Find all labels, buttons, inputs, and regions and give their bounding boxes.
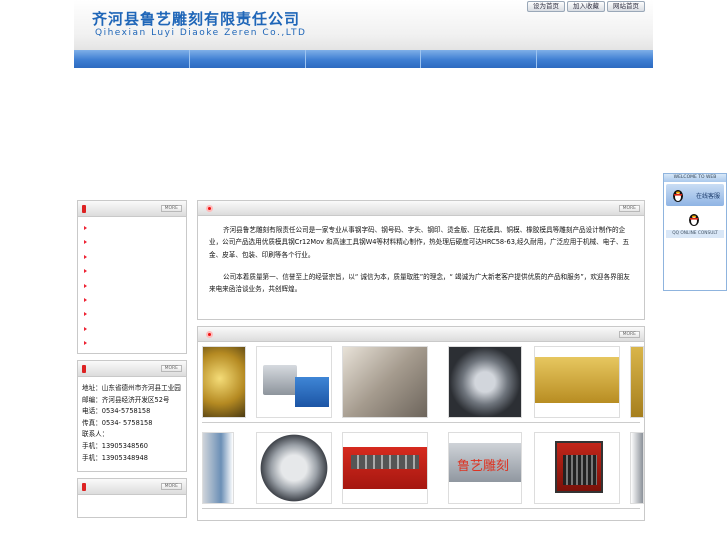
title-marker-icon: [206, 205, 213, 212]
qq-penguin-icon: [673, 190, 683, 202]
product-photo-wheel-stamp[interactable]: [202, 432, 234, 504]
category-item[interactable]: [78, 336, 186, 350]
product-photo-brass-die[interactable]: [202, 346, 246, 418]
add-favorite-link[interactable]: 加入收藏: [567, 1, 605, 12]
nav-item-2[interactable]: [190, 50, 306, 68]
watermark-text: 鲁艺雕刻: [457, 459, 510, 474]
category-item[interactable]: [78, 221, 186, 235]
title-marker-icon: [82, 205, 86, 213]
main-content: MORE 齐河县鲁艺雕刻有限责任公司是一家专业从事钢字码、钢号码、字头、钢印、烫…: [197, 200, 645, 521]
contact-fax: 传真：0534- 5758158: [82, 418, 153, 427]
nav-item-5[interactable]: [537, 50, 653, 68]
contact-postcode: 邮编：齐河县经济开发区52号: [82, 395, 170, 404]
nav-item-3[interactable]: [306, 50, 422, 68]
qq-support-panel: WELCOME TO WEB 在线客服 QQ ONLINE CONSULT: [663, 173, 727, 291]
contact-box: MORE 地址：山东省德州市齐河县工业园 邮编：齐河县经济开发区52号 电话：0…: [77, 360, 187, 472]
product-photo-partial[interactable]: [630, 346, 644, 418]
qq-online-label: 在线客服: [696, 193, 721, 200]
main-nav: [74, 50, 653, 68]
product-photo-punch-case-red[interactable]: [342, 432, 428, 504]
products-more-button[interactable]: MORE: [618, 331, 640, 338]
product-photo-punch-box[interactable]: [534, 432, 620, 504]
product-photo-steel-stamp-set[interactable]: [256, 346, 332, 418]
product-gallery: 鲁艺雕刻: [198, 342, 644, 520]
about-box-title: MORE: [198, 201, 644, 216]
title-marker-icon: [82, 365, 86, 373]
set-homepage-link[interactable]: 设为首页: [527, 1, 565, 12]
top-links: 设为首页 加入收藏 网站首页: [527, 1, 645, 12]
extra-box: MORE: [77, 478, 187, 518]
title-marker-icon: [206, 331, 213, 338]
extra-box-title: MORE: [78, 479, 186, 495]
company-name-en: Qihexian Luyi Diaoke Zeren Co.,LTD: [95, 28, 307, 38]
products-box-title: MORE: [198, 327, 644, 342]
category-item[interactable]: [78, 235, 186, 249]
category-item[interactable]: [78, 307, 186, 321]
about-paragraph: 齐河县鲁艺雕刻有限责任公司是一家专业从事钢字码、钢号码、字头、钢印、烫金版、压花…: [209, 226, 630, 259]
contact-person: 联系人：: [82, 430, 109, 439]
sidebar: MORE MORE 地址：山东省德州市齐河县工业园 邮编：齐河县经济开发区52号…: [77, 200, 187, 518]
about-more-button[interactable]: MORE: [618, 205, 640, 212]
category-item[interactable]: [78, 293, 186, 307]
product-photo-number-punches[interactable]: [448, 346, 522, 418]
contact-box-title: MORE: [78, 361, 186, 377]
product-photo-partial[interactable]: [630, 432, 644, 504]
product-photo-hot-stamp-plate[interactable]: [534, 346, 620, 418]
site-home-link[interactable]: 网站首页: [607, 1, 645, 12]
gallery-divider: [202, 508, 640, 509]
about-paragraph: 公司本着质量第一、信誉至上的经营宗旨，以“ 诚信为本，质量取胜”的理念，“ 竭诚…: [209, 272, 630, 294]
category-box: MORE: [77, 200, 187, 354]
contact-mobile-1: 手机：13905348560: [82, 441, 148, 450]
contact-address: 地址：山东省德州市齐河县工业园: [82, 384, 181, 392]
product-photo-steel-seal[interactable]: [342, 346, 428, 418]
qq-online-button[interactable]: 在线客服: [666, 184, 724, 206]
company-name-cn: 齐河县鲁艺雕刻有限责任公司: [92, 10, 301, 28]
nav-item-4[interactable]: [421, 50, 538, 68]
category-item[interactable]: [78, 322, 186, 336]
contact-mobile-2: 手机：13905348948: [82, 453, 148, 462]
category-more-button[interactable]: MORE: [160, 205, 182, 212]
contact-more-button[interactable]: MORE: [160, 365, 182, 372]
products-box: MORE 鲁艺雕刻: [197, 326, 645, 521]
product-photo-marking-head[interactable]: 鲁艺雕刻: [448, 432, 522, 504]
qq-panel-header: WELCOME TO WEB: [664, 174, 726, 182]
category-item[interactable]: [78, 250, 186, 264]
category-box-title: MORE: [78, 201, 186, 217]
about-box: MORE 齐河县鲁艺雕刻有限责任公司是一家专业从事钢字码、钢号码、字头、钢印、烫…: [197, 200, 645, 320]
nav-item-1[interactable]: [74, 50, 190, 68]
contact-phone: 电话：0534-5758158: [82, 407, 151, 416]
about-text: 齐河县鲁艺雕刻有限责任公司是一家专业从事钢字码、钢号码、字头、钢印、烫金版、压花…: [198, 216, 644, 311]
product-photo-round-die[interactable]: [256, 432, 332, 504]
category-item[interactable]: [78, 264, 186, 278]
title-marker-icon: [82, 483, 86, 491]
contact-info: 地址：山东省德州市齐河县工业园 邮编：齐河县经济开发区52号 电话：0534-5…: [78, 377, 186, 471]
qq-penguin-icon[interactable]: [688, 212, 700, 226]
category-item[interactable]: [78, 279, 186, 293]
extra-more-button[interactable]: MORE: [160, 483, 182, 490]
gallery-divider: [202, 422, 640, 423]
category-list: [78, 217, 186, 353]
qq-panel-footer: QQ ONLINE CONSULT: [666, 230, 724, 238]
